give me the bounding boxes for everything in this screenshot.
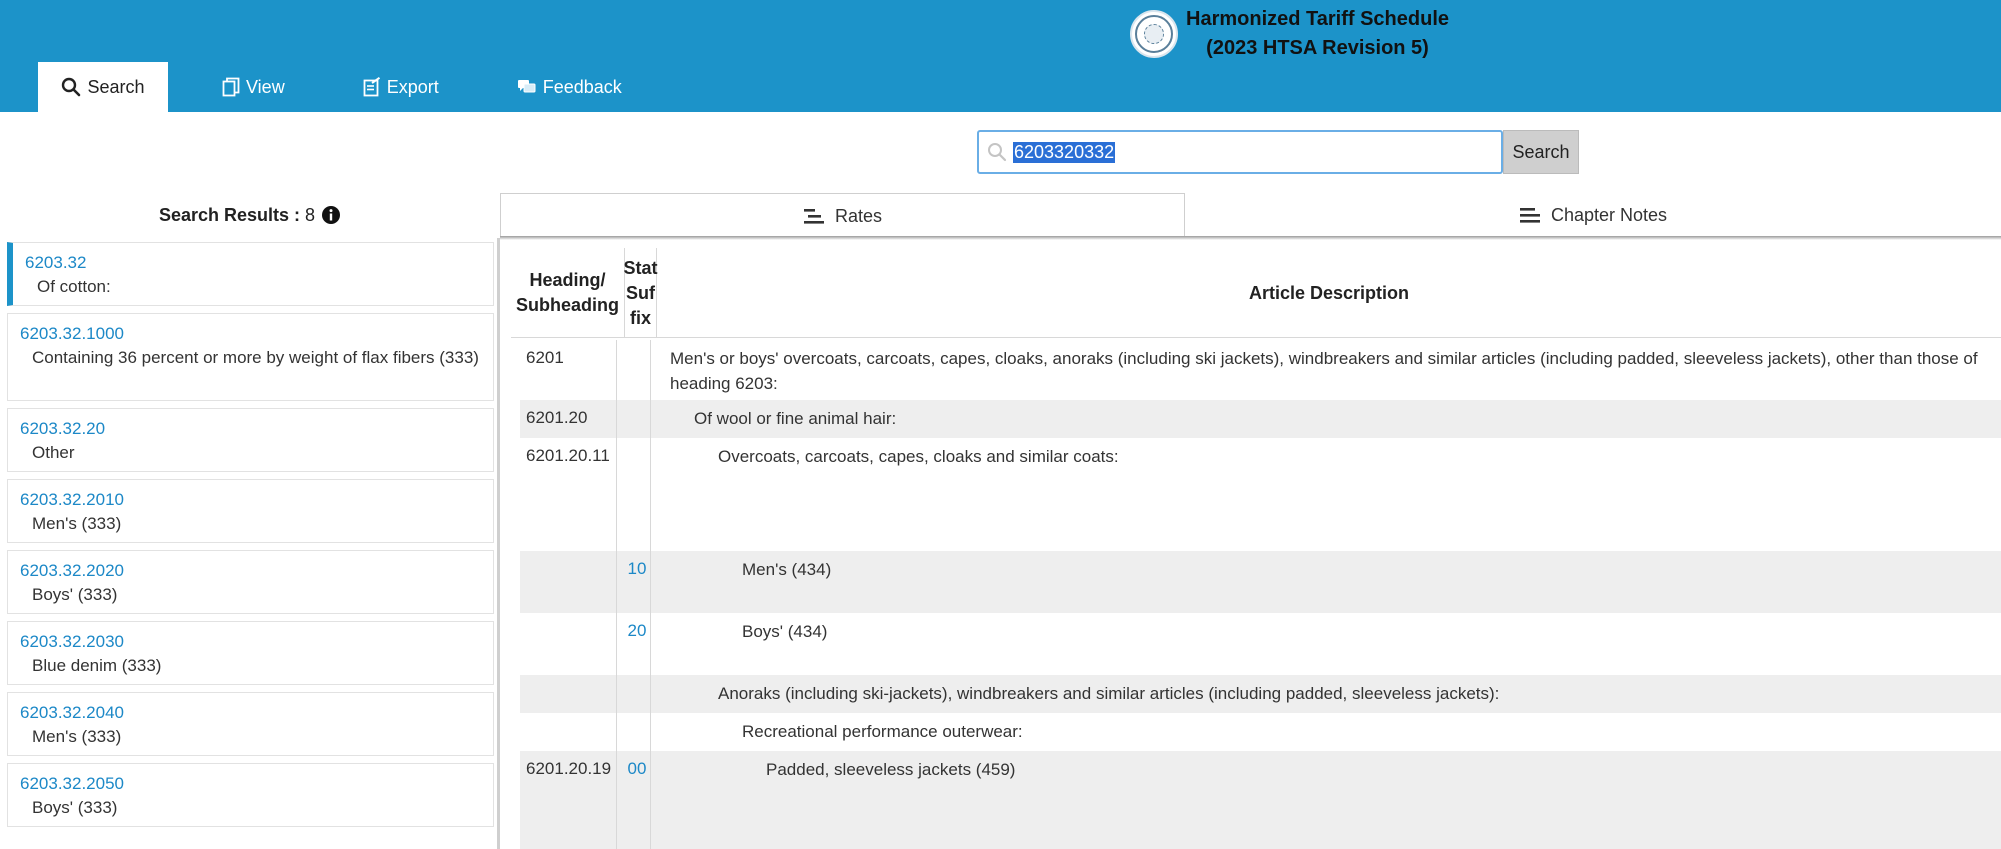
result-code[interactable]: 6203.32.2030 <box>20 630 481 654</box>
result-item[interactable]: 6203.32.2010 Men's (333) <box>7 479 494 543</box>
tab-chapter-notes[interactable]: Chapter Notes <box>1185 193 2001 238</box>
result-item[interactable]: 6203.32.2030 Blue denim (333) <box>7 621 494 685</box>
tab-rates[interactable]: Rates <box>500 193 1185 238</box>
result-code[interactable]: 6203.32.1000 <box>20 322 481 346</box>
col-stat-header: Stat Suf fix <box>624 248 658 338</box>
result-item[interactable]: 6203.32.2040 Men's (333) <box>7 692 494 756</box>
row-desc: Of wool or fine animal hair: <box>694 409 897 428</box>
search-field-icon <box>987 142 1007 162</box>
result-desc: Containing 36 percent or more by weight … <box>32 348 479 367</box>
usitc-seal-logo <box>1130 10 1178 58</box>
row-desc: Recreational performance outerwear: <box>742 722 1023 741</box>
result-code[interactable]: 6203.32.2020 <box>20 559 481 583</box>
view-tabs: Rates Chapter Notes <box>500 193 2001 238</box>
row-stat[interactable]: 00 <box>622 759 652 779</box>
row-desc: Padded, sleeveless jackets (459) <box>766 760 1016 779</box>
table-header: Heading/ Subheading Stat Suf fix Article… <box>511 248 2001 338</box>
table-row: 6201.20 Of wool or fine animal hair: <box>520 400 2001 438</box>
feedback-icon <box>517 79 537 95</box>
tab-export[interactable]: Export <box>339 62 463 112</box>
result-desc: Men's (333) <box>32 727 122 746</box>
tab-search-label: Search <box>87 76 145 97</box>
search-icon <box>61 77 81 97</box>
main-tabs: Search View Export Feedback <box>38 62 646 112</box>
tab-view[interactable]: View <box>198 62 309 112</box>
result-item[interactable]: 6203.32.20 Other <box>7 408 494 472</box>
search-results-label: Search Results : <box>158 204 301 225</box>
row-desc: Boys' (434) <box>742 622 828 641</box>
table-row: 6201.20.11 Overcoats, carcoats, capes, c… <box>520 438 2001 551</box>
row-desc: Anoraks (including ski-jackets), windbre… <box>718 684 1500 703</box>
row-desc: Overcoats, carcoats, capes, cloaks and s… <box>718 447 1119 466</box>
site-title-line1: Harmonized Tariff Schedule <box>1186 8 1450 30</box>
search-results-header: Search Results : 8 <box>0 193 500 237</box>
row-stat[interactable]: 10 <box>622 559 652 579</box>
result-code[interactable]: 6203.32.20 <box>20 417 481 441</box>
col-divider <box>616 340 617 849</box>
result-desc: Of cotton: <box>37 277 111 296</box>
search-input[interactable]: 6203320332 <box>1013 141 1116 163</box>
row-heading: 6201.20.19 <box>526 759 612 778</box>
result-code[interactable]: 6203.32 <box>25 251 481 275</box>
table-row: Recreational performance outerwear: <box>520 713 2001 751</box>
table-row: 6201 Men's or boys' overcoats, carcoats,… <box>520 340 2001 400</box>
table-row: 6201.20.19 00 Padded, sleeveless jackets… <box>520 751 2001 849</box>
search-bar: 6203320332 Search <box>977 130 1579 174</box>
info-icon[interactable] <box>321 205 341 225</box>
brand: Harmonized Tariff Schedule (2023 HTSA Re… <box>1130 6 1449 62</box>
row-desc: Men's or boys' overcoats, carcoats, cape… <box>670 349 1978 393</box>
export-icon <box>363 77 381 97</box>
result-item[interactable]: 6203.32.2050 Boys' (333) <box>7 763 494 827</box>
site-title-line2: (2023 HTSA Revision 5) <box>1206 37 1429 59</box>
tab-feedback[interactable]: Feedback <box>493 62 646 112</box>
table-row: 20 Boys' (434) <box>520 613 2001 675</box>
tab-feedback-label: Feedback <box>542 76 622 97</box>
result-code[interactable]: 6203.32.2040 <box>20 701 481 725</box>
rates-icon <box>803 207 825 225</box>
search-button[interactable]: Search <box>1503 130 1579 174</box>
col-desc-header: Article Description <box>1248 282 1410 303</box>
result-desc: Blue denim (333) <box>32 656 162 675</box>
result-desc: Other <box>32 443 75 462</box>
result-item[interactable]: 6203.32 Of cotton: <box>7 242 494 306</box>
tab-chapter-notes-label: Chapter Notes <box>1550 204 1668 225</box>
table-row: 10 Men's (434) <box>520 551 2001 613</box>
row-heading: 6201.20 <box>526 408 588 427</box>
result-item[interactable]: 6203.32.1000 Containing 36 percent or mo… <box>7 313 494 401</box>
tab-search[interactable]: Search <box>38 62 168 112</box>
search-results-list: 6203.32 Of cotton: 6203.32.1000 Containi… <box>0 238 500 849</box>
tab-view-label: View <box>246 76 285 97</box>
result-code[interactable]: 6203.32.2010 <box>20 488 481 512</box>
row-desc: Men's (434) <box>742 560 832 579</box>
search-input-wrapper[interactable]: 6203320332 <box>977 130 1503 174</box>
search-results-count: 8 <box>305 204 316 225</box>
result-desc: Boys' (333) <box>32 585 118 604</box>
row-heading: 6201.20.11 <box>526 446 610 465</box>
result-code[interactable]: 6203.32.2050 <box>20 772 481 796</box>
row-stat[interactable]: 20 <box>622 621 652 641</box>
row-heading: 6201 <box>526 348 564 367</box>
table-row: Anoraks (including ski-jackets), windbre… <box>520 675 2001 713</box>
notes-icon <box>1519 206 1541 224</box>
app-header: Harmonized Tariff Schedule (2023 HTSA Re… <box>0 0 2001 112</box>
result-desc: Men's (333) <box>32 514 122 533</box>
result-item[interactable]: 6203.32.2020 Boys' (333) <box>7 550 494 614</box>
col-heading-header: Heading/ Subheading <box>516 270 619 315</box>
col-divider <box>650 340 651 849</box>
result-desc: Boys' (333) <box>32 798 118 817</box>
copy-icon <box>222 77 240 97</box>
site-title: Harmonized Tariff Schedule (2023 HTSA Re… <box>1186 5 1449 63</box>
tariff-table: Heading/ Subheading Stat Suf fix Article… <box>503 240 2001 849</box>
tab-rates-label: Rates <box>834 205 883 226</box>
tab-export-label: Export <box>386 76 439 97</box>
